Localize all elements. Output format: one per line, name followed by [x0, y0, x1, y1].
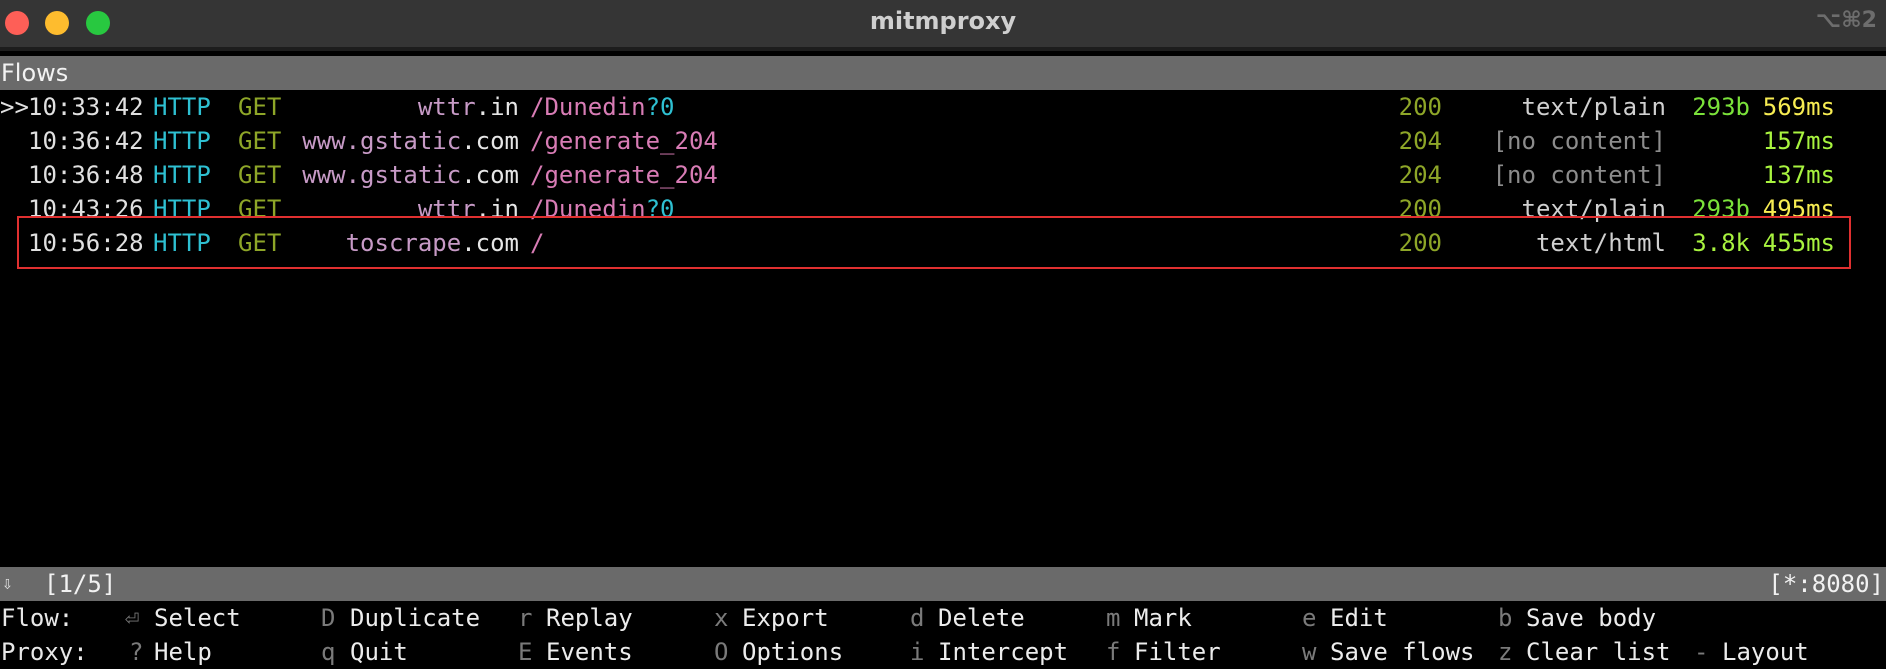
- flow-path: /generate_204: [530, 161, 718, 189]
- flow-time: 10:36:42: [28, 127, 144, 155]
- key-clear-list: z: [1498, 638, 1513, 666]
- flow-status-code: 204: [1398, 127, 1442, 155]
- flow-list: >> 10:33:42 HTTP GET wttr.in /Dunedin?0 …: [0, 90, 1886, 260]
- flow-duration: 569ms: [1762, 93, 1835, 121]
- action-help[interactable]: Help: [154, 635, 212, 669]
- flow-method: GET: [238, 229, 282, 257]
- flow-status-code: 200: [1398, 93, 1442, 121]
- flow-host: wttr.in: [417, 195, 519, 223]
- action-clear-list[interactable]: Clear list: [1526, 635, 1671, 669]
- flow-duration: 455ms: [1762, 229, 1835, 257]
- flow-time: 10:43:26: [28, 195, 144, 223]
- flow-position: [1/5]: [44, 570, 117, 598]
- keyhelp-flow-label: Flow:: [1, 604, 74, 632]
- follow-arrow-icon: ⇩: [2, 573, 13, 594]
- keyhelp-proxy-row: Proxy: ? Help q Quit E Events O Options …: [0, 635, 1886, 669]
- action-save-body[interactable]: Save body: [1526, 601, 1656, 635]
- flow-time: 10:33:42: [28, 93, 144, 121]
- action-filter[interactable]: Filter: [1134, 635, 1221, 669]
- listen-address: [*:8080]: [1768, 570, 1884, 598]
- action-layout[interactable]: Layout: [1722, 635, 1809, 669]
- flow-size: 293b: [1692, 195, 1750, 223]
- key-intercept: i: [910, 638, 925, 666]
- action-events[interactable]: Events: [546, 635, 633, 669]
- flow-status-code: 200: [1398, 195, 1442, 223]
- action-select[interactable]: Select: [154, 601, 241, 635]
- flow-content-type: text/html: [1535, 229, 1666, 257]
- flow-content-type: text/plain: [1521, 93, 1667, 121]
- flow-method: GET: [238, 93, 282, 121]
- flows-header: Flows: [0, 56, 1886, 90]
- flow-content-type: [no content]: [1492, 127, 1666, 155]
- flow-method: GET: [238, 161, 282, 189]
- flow-status-code: 200: [1398, 229, 1442, 257]
- key-select: ⏎: [125, 604, 140, 632]
- key-layout: -: [1694, 638, 1709, 666]
- action-export[interactable]: Export: [742, 601, 829, 635]
- flow-row[interactable]: 10:36:42 HTTP GET www.gstatic.com /gener…: [0, 124, 1886, 158]
- key-replay: r: [518, 604, 533, 632]
- key-save-flows: w: [1302, 638, 1317, 666]
- flow-time: 10:56:28: [28, 229, 144, 257]
- key-mark: m: [1106, 604, 1121, 632]
- key-help: ?: [129, 638, 144, 666]
- flow-path: /Dunedin?0: [530, 93, 675, 121]
- key-events: E: [518, 638, 533, 666]
- flow-row[interactable]: 10:56:28 HTTP GET toscrape.com / 200 tex…: [0, 226, 1886, 260]
- flow-host: wttr.in: [417, 93, 519, 121]
- flow-row[interactable]: 10:36:48 HTTP GET www.gstatic.com /gener…: [0, 158, 1886, 192]
- action-edit[interactable]: Edit: [1330, 601, 1388, 635]
- flow-protocol: HTTP: [153, 161, 211, 189]
- flow-protocol: HTTP: [153, 229, 211, 257]
- flow-row[interactable]: 10:43:26 HTTP GET wttr.in /Dunedin?0 200…: [0, 192, 1886, 226]
- key-duplicate: D: [321, 604, 336, 632]
- flow-duration: 137ms: [1762, 161, 1835, 189]
- flow-host: www.gstatic.com: [302, 127, 519, 155]
- flow-path: /generate_204: [530, 127, 718, 155]
- action-mark[interactable]: Mark: [1134, 601, 1192, 635]
- key-filter: f: [1106, 638, 1121, 666]
- action-intercept[interactable]: Intercept: [938, 635, 1068, 669]
- key-save-body: b: [1498, 604, 1513, 632]
- flow-time: 10:36:48: [28, 161, 144, 189]
- flow-method: GET: [238, 127, 282, 155]
- window-shortcut: ⌥⌘2: [1815, 8, 1877, 33]
- action-replay[interactable]: Replay: [546, 601, 633, 635]
- key-options: O: [714, 638, 729, 666]
- keyhelp-flow-row: Flow: ⏎ Select D Duplicate r Replay x Ex…: [0, 601, 1886, 635]
- key-quit: q: [321, 638, 336, 666]
- window-titlebar: mitmproxy ⌥⌘2: [0, 0, 1886, 51]
- action-save-flows[interactable]: Save flows: [1330, 635, 1475, 669]
- keyhelp-proxy-label: Proxy:: [1, 638, 88, 666]
- action-quit[interactable]: Quit: [350, 635, 408, 669]
- flow-status-code: 204: [1398, 161, 1442, 189]
- flow-host: toscrape.com: [345, 229, 519, 257]
- action-options[interactable]: Options: [742, 635, 843, 669]
- flow-size: 293b: [1692, 93, 1750, 121]
- keybinding-help: Flow: ⏎ Select D Duplicate r Replay x Ex…: [0, 601, 1886, 669]
- flow-protocol: HTTP: [153, 93, 211, 121]
- flow-size: 3.8k: [1692, 229, 1750, 257]
- flow-host: www.gstatic.com: [302, 161, 519, 189]
- flow-duration: 157ms: [1762, 127, 1835, 155]
- status-bar: ⇩ [1/5] [*:8080]: [0, 567, 1886, 601]
- action-duplicate[interactable]: Duplicate: [350, 601, 480, 635]
- key-edit: e: [1302, 604, 1317, 632]
- action-delete[interactable]: Delete: [938, 601, 1025, 635]
- flow-content-type: [no content]: [1492, 161, 1666, 189]
- flow-row[interactable]: >> 10:33:42 HTTP GET wttr.in /Dunedin?0 …: [0, 90, 1886, 124]
- flow-content-type: text/plain: [1521, 195, 1667, 223]
- key-delete: d: [910, 604, 925, 632]
- flow-protocol: HTTP: [153, 127, 211, 155]
- flow-duration: 495ms: [1762, 195, 1835, 223]
- flow-cursor: >>: [0, 93, 29, 121]
- flow-path: /: [530, 229, 545, 257]
- window-title: mitmproxy: [869, 7, 1017, 35]
- flow-protocol: HTTP: [153, 195, 211, 223]
- flow-path: /Dunedin?0: [530, 195, 675, 223]
- flow-method: GET: [238, 195, 282, 223]
- key-export: x: [714, 604, 729, 632]
